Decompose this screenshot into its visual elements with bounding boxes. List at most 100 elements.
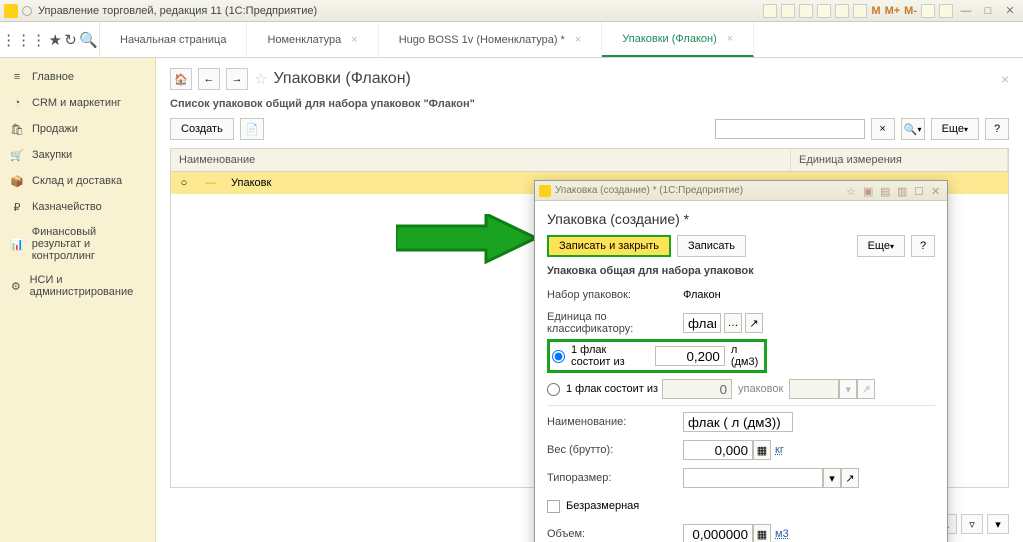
scroll-down-button[interactable]: ▿	[961, 514, 983, 534]
dialog-help-button[interactable]: ?	[911, 235, 935, 257]
row-radio-icon: ○	[171, 172, 197, 194]
sidebar-item-finance[interactable]: 📊Финансовый результат и контроллинг	[0, 220, 155, 268]
nodim-checkbox[interactable]	[547, 500, 560, 513]
weight-input[interactable]	[683, 440, 753, 460]
type-input[interactable]	[683, 468, 823, 488]
open-button[interactable]: ↗	[745, 313, 763, 333]
radio-volume[interactable]	[552, 350, 565, 363]
app-title: Управление торговлей, редакция 11 (1С:Пр…	[38, 5, 317, 17]
sidebar-item-crm[interactable]: ◔CRM и маркетинг	[0, 90, 155, 116]
tab-hugo-boss[interactable]: Hugo BOSS 1v (Номенклатура) *×	[379, 22, 603, 57]
copy-button[interactable]: 📄	[240, 118, 264, 140]
calc-button[interactable]: ▦	[753, 440, 771, 460]
toolbar-icon[interactable]	[817, 4, 831, 18]
set-value: Флакон	[683, 289, 721, 301]
highlight-box: 1 флак состоит из л (дм3)	[547, 339, 767, 373]
history-icon[interactable]: ↻	[64, 31, 77, 49]
sidebar-item-treasury[interactable]: ₽Казначейство	[0, 194, 155, 220]
column-unit[interactable]: Единица измерения	[791, 149, 1008, 171]
calc-button[interactable]: ▦	[753, 524, 771, 542]
dialog-more-button[interactable]: Еще ▾	[857, 235, 905, 257]
minimize-button[interactable]: —	[957, 4, 975, 18]
forward-button[interactable]: →	[226, 68, 248, 90]
close-page-icon[interactable]: ×	[1001, 71, 1009, 87]
scroll-bottom-button[interactable]: ▾	[987, 514, 1009, 534]
dropdown-button[interactable]: ▾	[823, 468, 841, 488]
create-button[interactable]: Создать	[170, 118, 234, 140]
tab-home[interactable]: Начальная страница	[100, 22, 247, 57]
sidebar-item-sales[interactable]: 🛍Продажи	[0, 116, 155, 142]
close-button[interactable]: ✕	[1001, 4, 1019, 18]
up-button[interactable]: 🏠	[170, 68, 192, 90]
maximize-button[interactable]: □	[979, 4, 997, 18]
save-and-close-button[interactable]: Записать и закрыть	[547, 235, 671, 257]
dropdown-button[interactable]: ▾	[839, 379, 857, 399]
dlg-fav-icon[interactable]: ☆	[846, 185, 858, 197]
close-tab-icon[interactable]: ×	[351, 34, 357, 46]
classifier-label: Единица по классификатору:	[547, 311, 683, 335]
sidebar-item-warehouse[interactable]: 📦Склад и доставка	[0, 168, 155, 194]
dots-button[interactable]: …	[724, 313, 742, 333]
open-button[interactable]: ↗	[857, 379, 875, 399]
toolbar-icon[interactable]	[853, 4, 867, 18]
name-input[interactable]	[683, 412, 793, 432]
toolbar-icon[interactable]	[799, 4, 813, 18]
sidebar: ≡ Главное ◔CRM и маркетинг 🛍Продажи 🛒Заку…	[0, 58, 156, 542]
volume-input[interactable]	[655, 346, 725, 366]
app-logo-icon	[4, 4, 18, 18]
row-name: Упаковк	[223, 172, 279, 194]
vol-unit[interactable]: м3	[775, 528, 789, 540]
sidebar-item-label: Закупки	[32, 149, 72, 161]
search-button[interactable]: 🔍▾	[901, 118, 925, 140]
tab-nomenclature[interactable]: Номенклатура×	[247, 22, 378, 57]
close-tab-icon[interactable]: ×	[575, 34, 581, 46]
radio-packs[interactable]	[547, 383, 560, 396]
calc-m[interactable]: М	[871, 5, 880, 17]
packs-unit: упаковок	[738, 383, 783, 395]
toolbar-icon[interactable]	[781, 4, 795, 18]
type-label: Типоразмер:	[547, 472, 683, 484]
apps-grid-icon[interactable]: ⋮⋮⋮	[1, 31, 46, 49]
ruble-icon: ₽	[10, 200, 24, 214]
set-label: Набор упаковок:	[547, 289, 683, 301]
back-button[interactable]: ←	[198, 68, 220, 90]
menu-icon: ≡	[10, 70, 24, 84]
sidebar-item-main[interactable]: ≡ Главное	[0, 64, 155, 90]
toolbar-icon[interactable]	[939, 4, 953, 18]
tab-packs[interactable]: Упаковки (Флакон)×	[602, 22, 754, 57]
search-input[interactable]	[715, 119, 865, 139]
sidebar-item-admin[interactable]: ⚙НСИ и администрирование	[0, 268, 155, 304]
calc-m-minus[interactable]: М-	[904, 5, 917, 17]
sidebar-item-purchases[interactable]: 🛒Закупки	[0, 142, 155, 168]
weight-unit[interactable]: кг	[775, 444, 784, 456]
star-icon[interactable]: ☆	[254, 70, 267, 88]
gear-icon: ⚙	[10, 279, 22, 293]
classifier-input[interactable]	[683, 313, 721, 333]
column-name[interactable]: Наименование	[171, 149, 791, 171]
toolbar-icon[interactable]	[763, 4, 777, 18]
dialog-title-bar[interactable]: Упаковка (создание) * (1С:Предприятие) ☆…	[535, 181, 947, 201]
sidebar-item-label: Главное	[32, 71, 74, 83]
save-button[interactable]: Записать	[677, 235, 746, 257]
close-tab-icon[interactable]: ×	[727, 33, 733, 45]
search-icon[interactable]: 🔍	[79, 31, 98, 49]
help-button[interactable]: ?	[985, 118, 1009, 140]
calc-m-plus[interactable]: М+	[885, 5, 901, 17]
dlg-tool-icon[interactable]: ▤	[880, 185, 892, 197]
sidebar-item-label: Продажи	[32, 123, 78, 135]
favorites-icon[interactable]: ★	[48, 31, 61, 49]
open-button[interactable]: ↗	[841, 468, 859, 488]
vol-input[interactable]	[683, 524, 753, 542]
sidebar-item-label: Склад и доставка	[32, 175, 122, 187]
dlg-tool-icon[interactable]: ▣	[863, 185, 875, 197]
toolbar-icon[interactable]	[835, 4, 849, 18]
clear-search-button[interactable]: ×	[871, 118, 895, 140]
dialog-title: Упаковка (создание) *	[547, 211, 935, 227]
main-area: 🏠 ← → ☆ Упаковки (Флакон) × Список упако…	[156, 58, 1023, 542]
more-button[interactable]: Еще ▾	[931, 118, 979, 140]
toolbar-icon[interactable]	[921, 4, 935, 18]
dlg-tool-icon[interactable]: ▥	[897, 185, 909, 197]
page-description: Список упаковок общий для набора упаково…	[170, 98, 1009, 110]
dlg-max-icon[interactable]: ☐	[914, 185, 926, 197]
dlg-close-icon[interactable]: ✕	[931, 185, 943, 197]
